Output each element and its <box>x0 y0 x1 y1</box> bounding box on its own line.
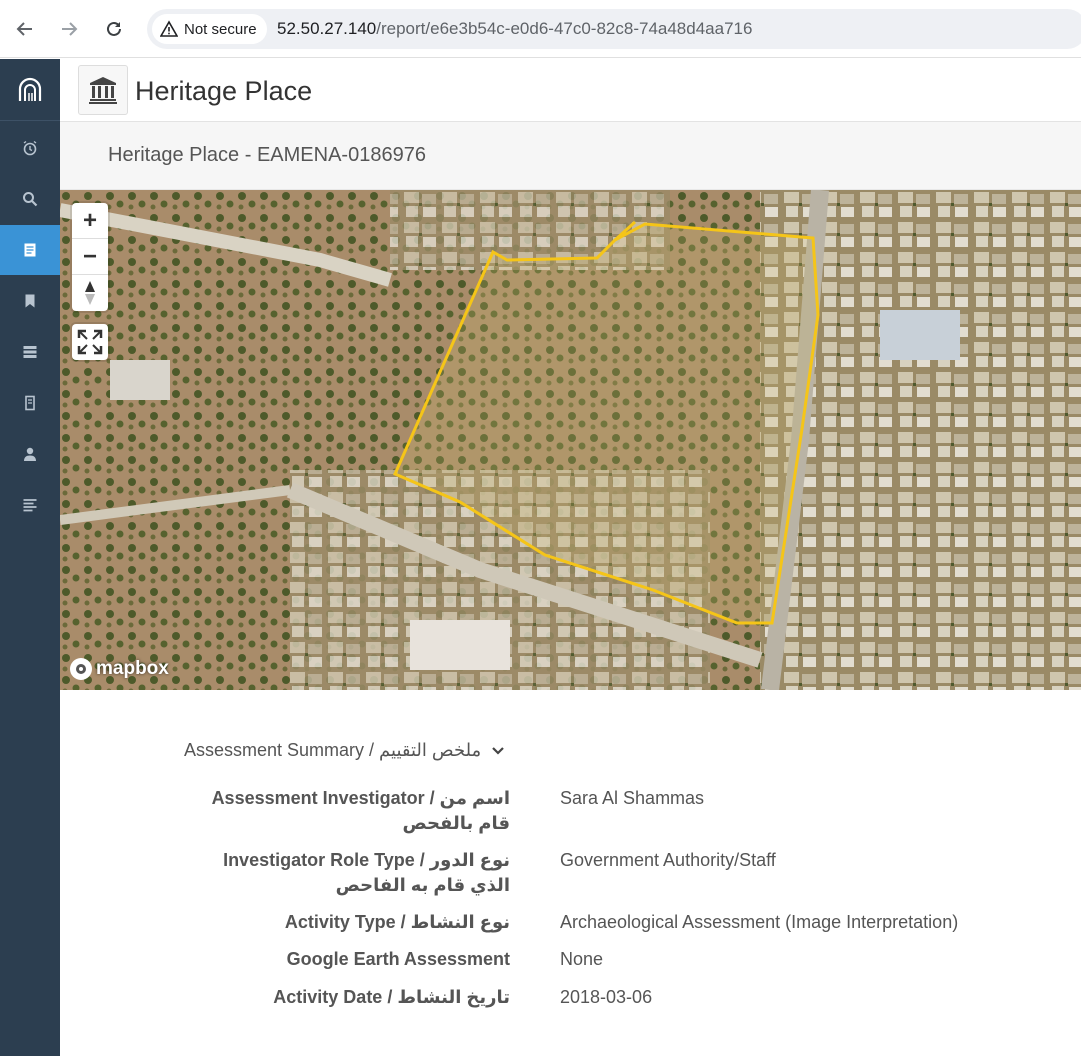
sidebar-item-search[interactable] <box>0 174 60 224</box>
page-header: Heritage Place <box>60 59 1081 122</box>
back-button[interactable] <box>10 14 40 44</box>
satellite-map[interactable]: + − mapbox <box>60 190 1081 690</box>
field-label: Activity Date / تاريخ النشاط <box>210 985 510 1010</box>
field-label-line: Google Earth Assessment <box>286 949 510 969</box>
bookmark-icon <box>25 294 35 308</box>
database-icon <box>23 346 37 358</box>
sidebar-item-user[interactable] <box>0 429 60 479</box>
url-host: 52.50.27.140 <box>277 19 377 38</box>
reload-icon <box>107 21 121 36</box>
url-path: /report/e6e3b54c-e0d6-47c0-82c8-74a48d4a… <box>376 19 753 38</box>
arrow-left-icon <box>16 22 32 36</box>
field-label: Activity Type / نوع النشاط <box>210 910 510 935</box>
field-label: Assessment Investigator / اسم من قام بال… <box>210 786 510 836</box>
assessment-summary-toggle[interactable]: Assessment Summary / ملخص التقييم <box>184 740 505 761</box>
security-indicator[interactable]: Not secure <box>152 14 267 44</box>
app-logo[interactable] <box>0 59 60 121</box>
field-value: 2018-03-06 <box>560 987 653 1007</box>
mapbox-logo-icon <box>70 658 92 680</box>
security-label: Not secure <box>184 20 257 38</box>
zoom-in-button[interactable]: + <box>72 203 108 239</box>
sidebar-item-list[interactable] <box>0 480 60 530</box>
sidebar-item-report[interactable] <box>0 225 60 275</box>
field-value: None <box>560 949 604 969</box>
document-icon <box>25 395 35 411</box>
forward-button[interactable] <box>54 14 84 44</box>
user-icon <box>24 447 36 461</box>
resource-title: Heritage Place - EAMENA-0186976 <box>108 144 426 166</box>
fullscreen-icon <box>77 329 103 355</box>
search-icon <box>23 192 38 207</box>
field-label-line: Activity Type / نوع النشاط <box>284 912 510 932</box>
field-label: Google Earth Assessment <box>210 947 510 972</box>
mapbox-label: mapbox <box>96 658 169 679</box>
url-text[interactable]: 52.50.27.140/report/e6e3b54c-e0d6-47c0-8… <box>277 19 752 39</box>
fullscreen-button[interactable] <box>72 324 108 360</box>
compass-icon <box>85 281 95 305</box>
browser-toolbar: Not secure 52.50.27.140/report/e6e3b54c-… <box>0 0 1081 58</box>
field-label-line: Activity Date / تاريخ النشاط <box>273 987 510 1007</box>
sidebar-item-data[interactable] <box>0 327 60 377</box>
resource-title-bar: Heritage Place - EAMENA-0186976 <box>60 122 1081 190</box>
sidebar <box>0 59 60 1056</box>
warning-icon <box>160 20 178 37</box>
compass-button[interactable] <box>72 275 108 311</box>
sidebar-item-recent[interactable] <box>0 123 60 173</box>
mapbox-attribution[interactable]: mapbox <box>70 658 169 680</box>
arch-logo-icon <box>18 77 42 101</box>
map-navigation-controls: + − <box>72 203 108 311</box>
reload-button[interactable] <box>99 14 129 44</box>
field-label-line: Investigator Role Type / نوع الدور <box>223 850 510 870</box>
page-title: Heritage Place <box>135 76 313 106</box>
arrow-right-icon <box>62 22 78 36</box>
field-label-line: Assessment Investigator / اسم من <box>211 788 510 808</box>
chevron-down-icon <box>492 746 504 755</box>
museum-icon <box>89 77 117 104</box>
sidebar-item-bookmarks[interactable] <box>0 276 60 326</box>
field-value: Sara Al Shammas <box>560 788 705 808</box>
satellite-imagery <box>60 190 1081 690</box>
sidebar-item-document[interactable] <box>0 378 60 428</box>
field-label-line: الذي قام به الفاحص <box>335 875 510 895</box>
header-icon-box <box>78 65 128 115</box>
field-value: Archaeological Assessment (Image Interpr… <box>560 912 959 932</box>
zoom-out-button[interactable]: − <box>72 239 108 275</box>
field-label: Investigator Role Type / نوع الدور الذي … <box>210 848 510 898</box>
report-icon <box>24 243 36 257</box>
field-label-line: قام بالفحص <box>402 813 511 833</box>
address-bar[interactable]: Not secure 52.50.27.140/report/e6e3b54c-… <box>147 9 1081 49</box>
field-value: Government Authority/Staff <box>560 850 776 870</box>
clock-icon <box>23 140 37 156</box>
section-title: Assessment Summary / ملخص التقييم <box>184 740 482 760</box>
list-icon <box>23 499 37 512</box>
